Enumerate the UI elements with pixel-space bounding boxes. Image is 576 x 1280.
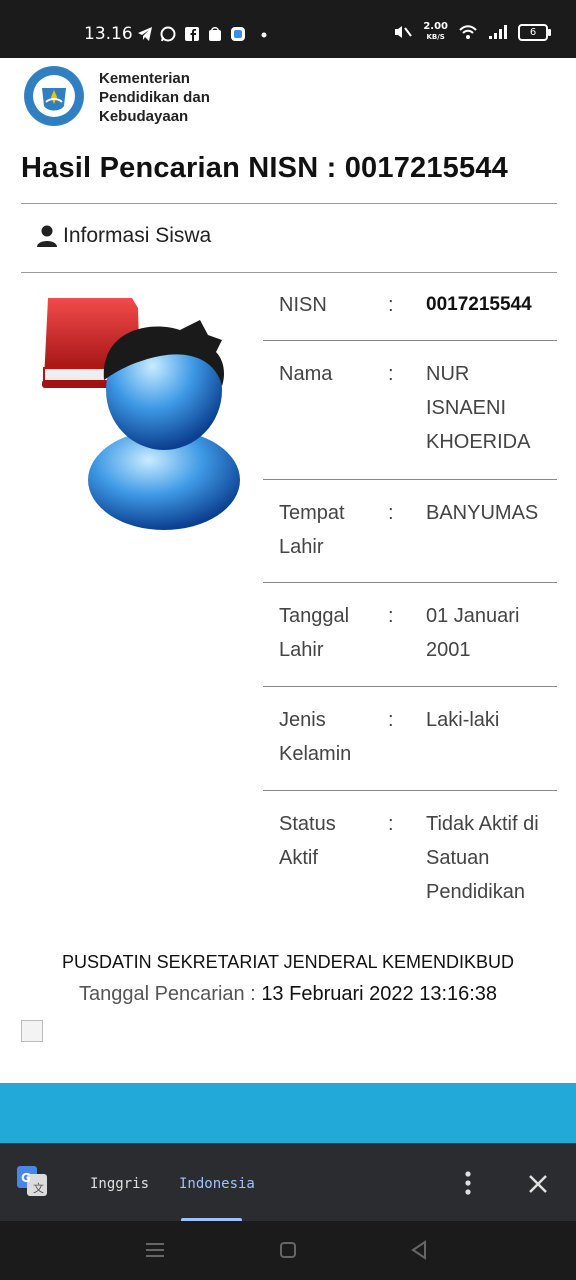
footer-search-date: Tanggal Pencarian : 13 Februari 2022 13:… (0, 983, 576, 1006)
section-title-label: Informasi Siswa (63, 224, 212, 247)
app-icon (231, 27, 245, 41)
mute-icon (395, 26, 413, 38)
info-value-tanggal-lahir: 01 Januari 2001 (426, 605, 520, 661)
notification-dot-icon (261, 32, 267, 38)
svg-text:G: G (21, 1171, 31, 1185)
network-speed-value: 2.00 (423, 21, 448, 32)
network-speed-unit: KB/S (426, 33, 445, 41)
battery-icon: 6 (518, 23, 551, 41)
info-label: Jenis Kelamin (279, 709, 352, 765)
student-avatar-icon (42, 298, 240, 530)
info-row-nama: Nama : NUR ISNAENI KHOERIDA (263, 341, 557, 480)
tab-target-language[interactable]: Indonesia (179, 1176, 255, 1192)
google-translate-icon[interactable]: G 文 (17, 1166, 47, 1196)
wifi-icon (459, 25, 477, 39)
footer-organization: PUSDATIN SEKRETARIAT JENDERAL KEMENDIKBU… (61, 952, 515, 972)
status-time: 13.16 (84, 24, 133, 44)
info-colon: : (388, 605, 394, 627)
status-bar: 13.16 2.00 KB/S 6 (0, 0, 576, 58)
info-colon: : (388, 502, 394, 524)
info-value-nisn: 0017215544 (426, 294, 532, 315)
info-value-status-aktif: Tidak Aktif di Satuan Pendidikan (426, 813, 539, 903)
info-colon: : (388, 294, 394, 316)
student-info-table: NISN : 0017215544 Nama : NUR ISNAENI KHO… (263, 272, 557, 931)
back-icon[interactable] (408, 1239, 430, 1261)
svg-text:文: 文 (33, 1181, 44, 1195)
info-row-tempat-lahir: Tempat Lahir : BANYUMAS (263, 480, 557, 583)
user-icon (37, 225, 57, 247)
info-row-nisn: NISN : 0017215544 (263, 272, 557, 341)
search-date-value: 13 Februari 2022 13:16:38 (261, 983, 498, 1005)
telegram-icon (138, 27, 152, 41)
kemendikbud-logo-icon (24, 66, 84, 126)
info-row-status-aktif: Status Aktif : Tidak Aktif di Satuan Pen… (263, 791, 557, 931)
search-date-label: Tanggal Pencarian : (78, 983, 256, 1005)
brand-name: Kementerian Pendidikan dan Kebudayaan (99, 69, 210, 126)
page-title: Hasil Pencarian NISN : 0017215544 (21, 152, 508, 184)
info-label: NISN (279, 294, 327, 316)
info-colon: : (388, 363, 394, 385)
divider (21, 203, 557, 204)
status-right-group: 2.00 KB/S 6 (391, 22, 551, 42)
signal-icon (489, 25, 507, 39)
whatsapp-icon (160, 26, 176, 42)
translate-bar: G 文 Inggris Indonesia (0, 1143, 576, 1222)
close-icon[interactable] (524, 1170, 552, 1198)
info-label: Nama (279, 363, 333, 385)
info-label: Tanggal Lahir (279, 605, 350, 661)
info-value-jenis-kelamin: Laki-laki (426, 709, 500, 731)
brand-line-1: Kementerian (99, 70, 190, 87)
facebook-icon (185, 27, 199, 41)
brand-line-3: Kebudayaan (99, 108, 189, 125)
page-footer-bar (0, 1083, 576, 1143)
shopee-icon (209, 27, 221, 41)
info-colon: : (388, 709, 394, 731)
battery-level: 6 (529, 26, 537, 38)
navigation-bar (0, 1221, 576, 1280)
info-value-tempat-lahir: BANYUMAS (426, 502, 539, 524)
section-title: Informasi Siswa (37, 224, 211, 248)
info-row-tanggal-lahir: Tanggal Lahir : 01 Januari 2001 (263, 583, 557, 687)
menu-icon[interactable] (144, 1239, 166, 1261)
info-value-nama: NUR ISNAENI KHOERIDA (426, 363, 531, 453)
more-options-icon[interactable] (458, 1168, 478, 1198)
info-colon: : (388, 813, 394, 835)
info-label: Status Aktif (279, 813, 336, 869)
tab-source-language[interactable]: Inggris (90, 1176, 149, 1192)
brand-line-2: Pendidikan dan (99, 89, 210, 106)
broken-image-icon (21, 1020, 43, 1042)
info-row-jenis-kelamin: Jenis Kelamin : Laki-laki (263, 687, 557, 791)
home-icon[interactable] (277, 1239, 299, 1261)
info-label: Tempat Lahir (279, 502, 345, 558)
network-speed: 2.00 KB/S (423, 22, 448, 42)
